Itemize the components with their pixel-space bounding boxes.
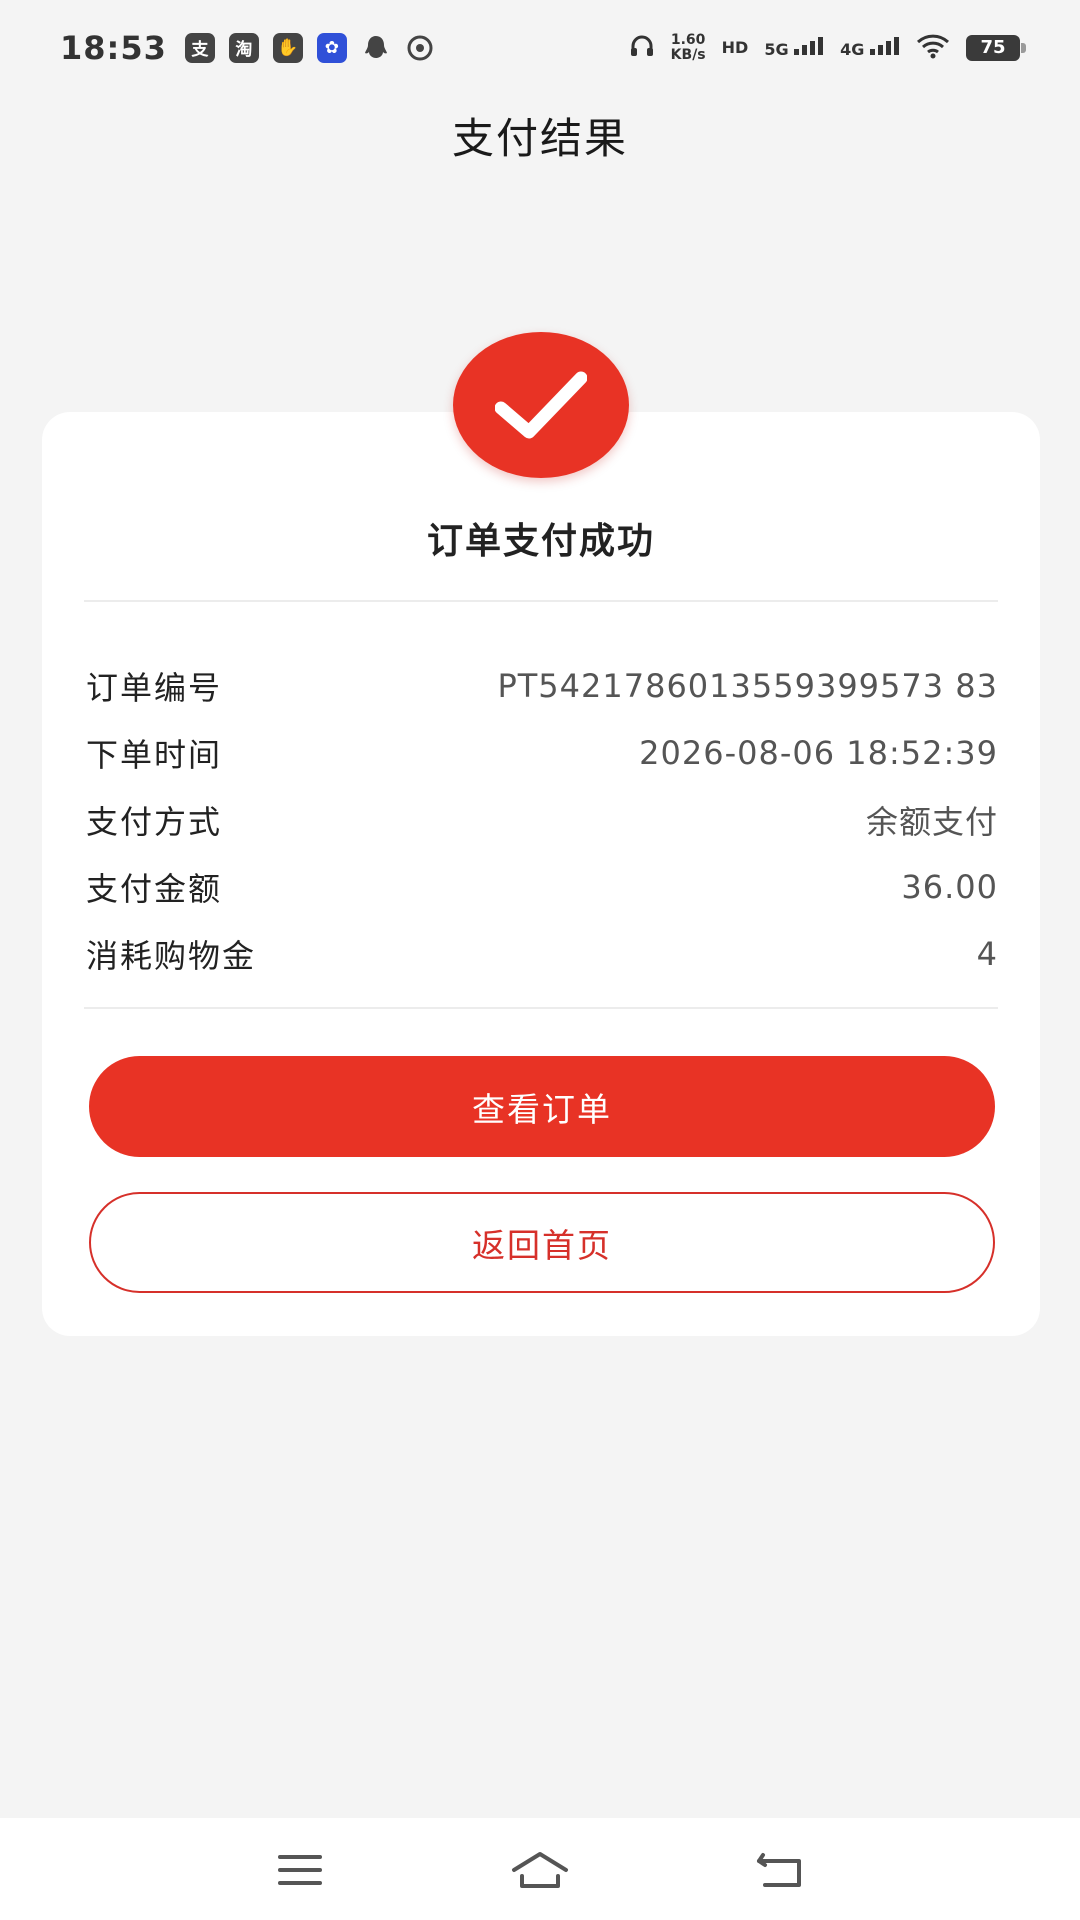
payment-amount-value: 36.00 — [901, 867, 998, 906]
order-number-value: PT5421786013559399573 83 — [497, 666, 998, 705]
hd-icon: HD — [721, 38, 749, 57]
info-label: 下单时间 — [86, 735, 223, 774]
payment-success-message: 订单支付成功 — [426, 521, 655, 562]
wifi-icon — [916, 33, 950, 63]
home-icon[interactable] — [510, 1840, 570, 1900]
taobao-icon: 淘 — [228, 32, 259, 63]
blue-app-icon: ✿ — [316, 32, 347, 63]
page-title: 支付结果 — [451, 114, 628, 163]
info-label: 消耗购物金 — [86, 936, 257, 975]
info-label: 支付方式 — [86, 802, 223, 841]
notification-icons: 支 淘 ✋ ✿ — [184, 32, 435, 63]
browser-app-icon — [405, 33, 435, 63]
result-card: 订单支付成功 订单编号 PT5421786013559399573 83 下单时… — [42, 412, 1040, 1336]
system-nav-bar — [0, 1818, 1080, 1920]
menu-icon[interactable] — [270, 1840, 330, 1900]
info-row-payment-amount: 支付金额 36.00 — [86, 853, 998, 920]
status-time: 18:53 — [60, 28, 167, 67]
alipay-icon: 支 — [184, 32, 215, 63]
signal-4g-icon: 4G — [840, 36, 900, 59]
divider-top — [84, 600, 998, 602]
hand-app-icon: ✋ — [272, 32, 303, 63]
battery-icon: 75 — [966, 34, 1026, 61]
shopping-credit-value: 4 — [976, 934, 998, 973]
divider-bottom — [84, 1007, 998, 1009]
back-home-button[interactable]: 返回首页 — [89, 1192, 995, 1293]
payment-method-value: 余额支付 — [865, 802, 998, 841]
info-row-shopping-credit: 消耗购物金 4 — [86, 920, 998, 987]
info-row-order-number: 订单编号 PT5421786013559399573 83 — [86, 652, 998, 719]
system-indicators: 1.60 KB/s HD 5G 4G 75 — [629, 31, 1026, 63]
signal-5g-icon: 5G — [764, 36, 824, 59]
network-speed: 1.60 KB/s — [670, 31, 706, 63]
view-order-button[interactable]: 查看订单 — [89, 1056, 995, 1157]
info-label: 支付金额 — [86, 869, 223, 908]
success-check-icon — [453, 332, 629, 478]
order-time-value: 2026-08-06 18:52:39 — [639, 733, 998, 772]
info-label: 订单编号 — [86, 668, 223, 707]
info-row-payment-method: 支付方式 余额支付 — [86, 786, 998, 853]
back-icon[interactable] — [750, 1840, 810, 1900]
info-row-order-time: 下单时间 2026-08-06 18:52:39 — [86, 719, 998, 786]
status-bar: 18:53 支 淘 ✋ ✿ 1.60 KB/s HD 5G 4G 75 — [0, 0, 1080, 95]
speed-unit: KB/s — [670, 46, 706, 63]
qq-icon — [361, 33, 391, 63]
headphone-icon — [629, 33, 655, 63]
order-info-list: 订单编号 PT5421786013559399573 83 下单时间 2026-… — [86, 652, 998, 987]
speed-value: 1.60 — [670, 31, 706, 48]
